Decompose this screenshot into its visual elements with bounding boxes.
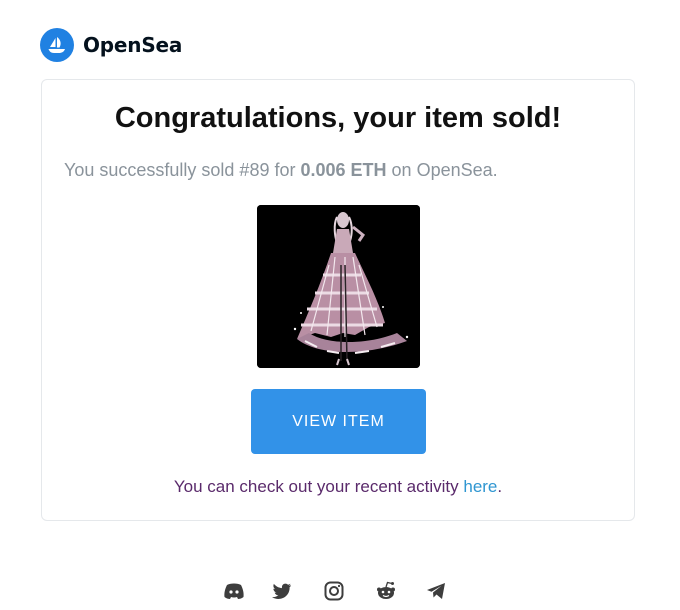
discord-icon[interactable] xyxy=(223,580,245,602)
activity-suffix: . xyxy=(497,477,503,496)
view-item-button[interactable]: VIEW ITEM xyxy=(251,389,426,454)
sale-message-suffix: on OpenSea. xyxy=(391,160,498,180)
social-links xyxy=(0,580,680,604)
email-title: Congratulations, your item sold! xyxy=(114,102,562,134)
opensea-logo-icon xyxy=(40,28,74,62)
activity-link[interactable]: here xyxy=(463,477,497,496)
brand-header[interactable]: OpenSea xyxy=(40,28,182,62)
sale-message: You successfully sold #89 for 0.006 ETH … xyxy=(64,160,498,181)
sale-message-prefix: You successfully sold #89 for xyxy=(64,160,296,180)
telegram-icon[interactable] xyxy=(425,580,447,602)
instagram-icon[interactable] xyxy=(323,580,345,602)
gown-illustration-icon xyxy=(257,205,420,368)
email-page: OpenSea Congratulations, your item sold!… xyxy=(0,0,680,610)
brand-name: OpenSea xyxy=(83,33,183,57)
nft-image[interactable] xyxy=(257,205,420,368)
activity-message: You can check out your recent activity h… xyxy=(42,477,634,497)
sale-price: 0.006 ETH xyxy=(300,160,387,180)
activity-prefix: You can check out your recent activity xyxy=(173,477,459,496)
reddit-icon[interactable] xyxy=(375,580,397,602)
notification-card: Congratulations, your item sold! You suc… xyxy=(41,79,635,521)
twitter-icon[interactable] xyxy=(271,580,293,602)
